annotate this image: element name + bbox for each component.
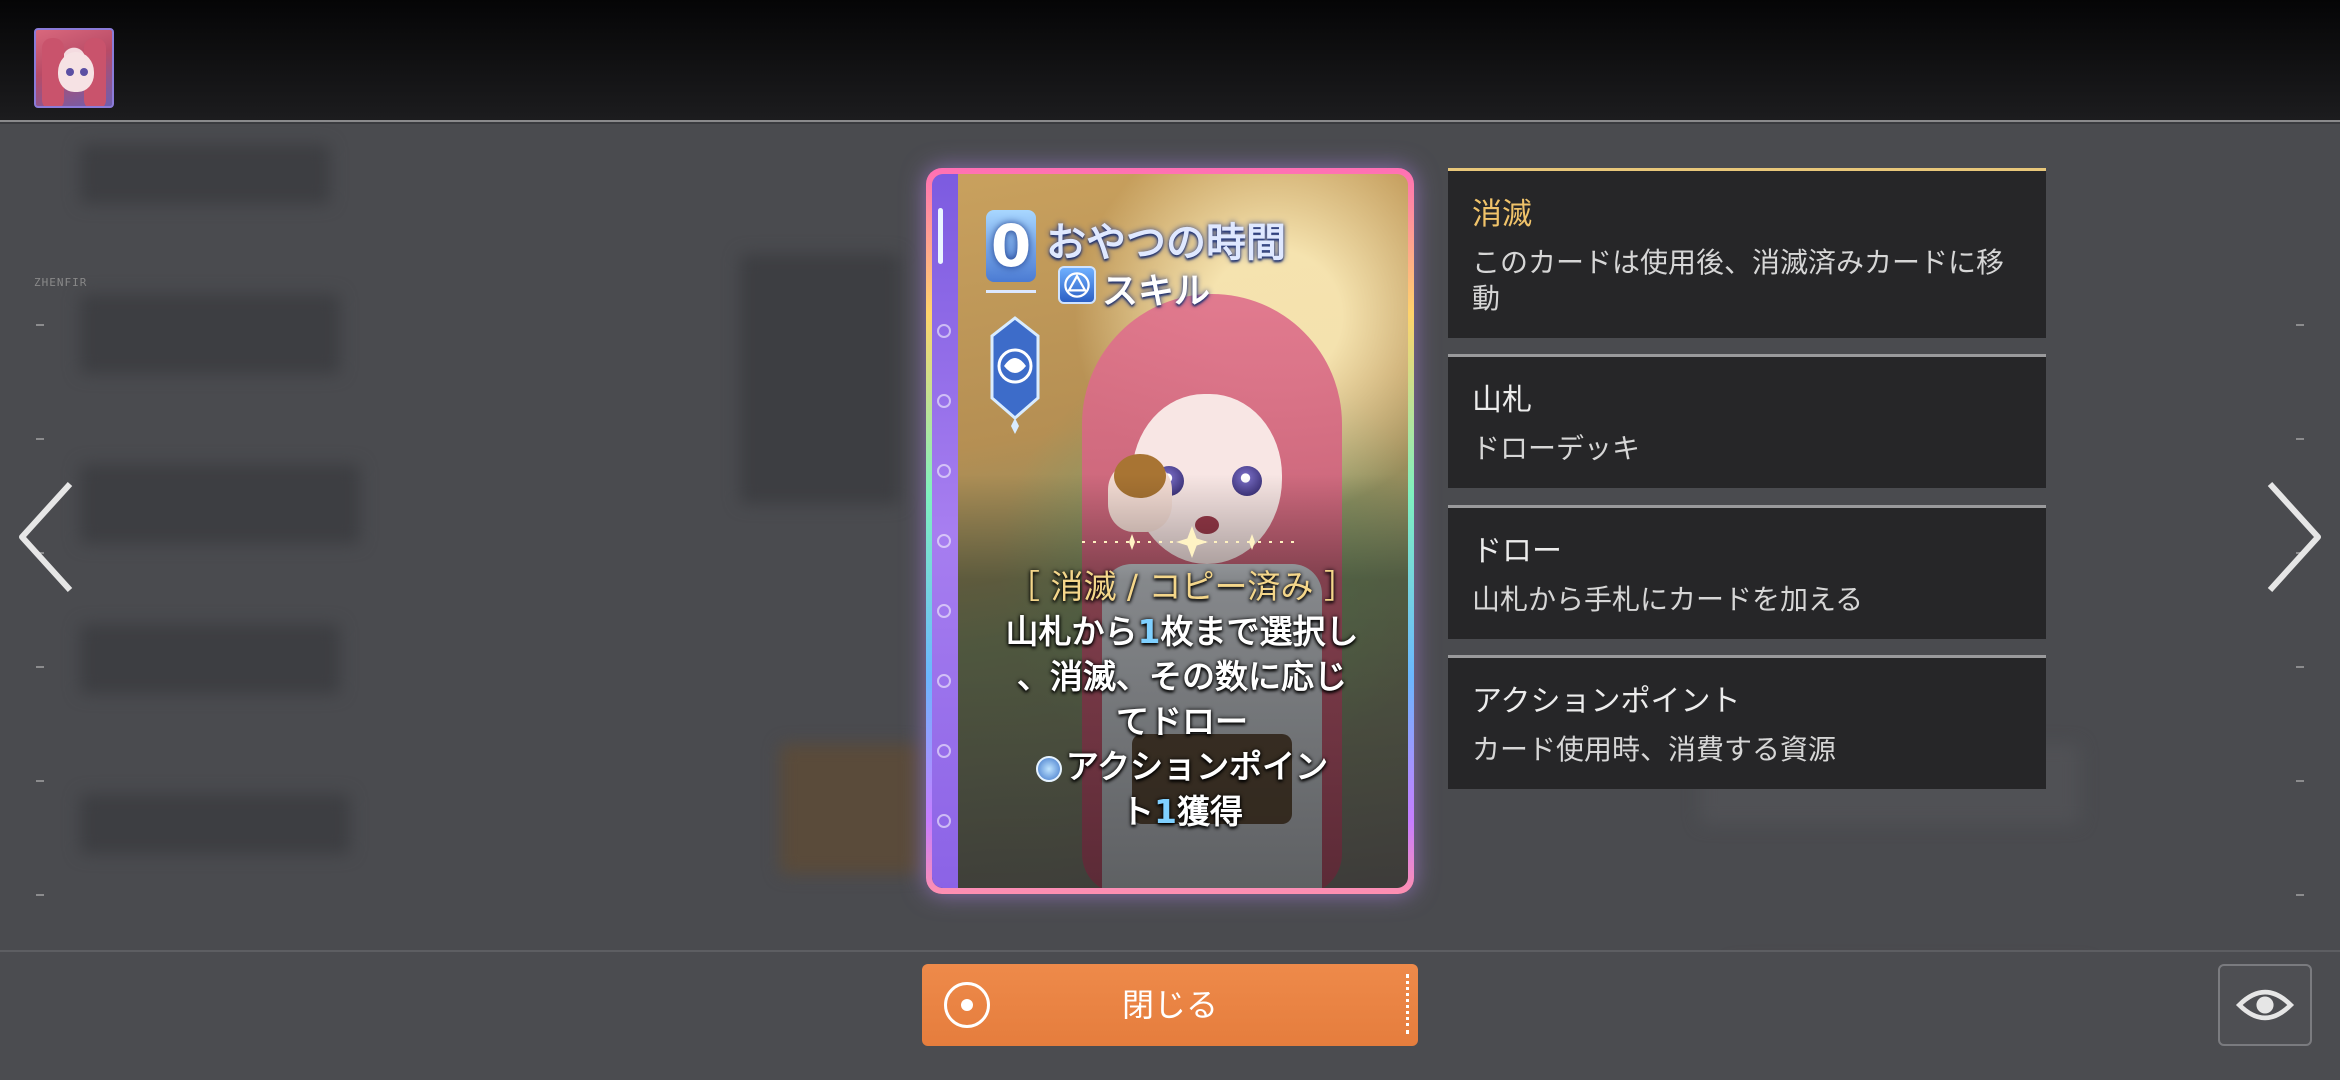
effect-text: てドロー [1116,702,1248,741]
top-bar [0,0,2340,122]
card-detail: 0 おやつの時間 スキル ［ 消滅 / コピー済み ］ 山札から1枚まで選択し … [926,168,1414,894]
effect-text: アクションポイン [1065,747,1329,786]
action-point-icon [1035,755,1062,782]
card-side-strip [932,174,958,888]
chevron-right-icon[interactable] [2258,478,2328,596]
chevron-left-icon[interactable] [12,478,82,596]
effect-text: 獲得 [1176,792,1243,831]
keyword-description: このカードは使用後、消滅済みカードに移動 [1472,246,2005,315]
keyword-name: 山札 [1472,383,1532,418]
card-title: おやつの時間 [1046,220,1286,266]
keyword-name: アクションポイント [1472,684,1741,719]
cost-underline [986,290,1036,293]
close-button-label: 閉じる [1121,986,1218,1024]
effect-text: ト [1121,792,1155,831]
effect-number: 1 [1137,612,1161,651]
card-type: スキル [1102,271,1211,312]
player-avatar[interactable] [34,28,114,108]
close-button[interactable]: 閉じる [922,964,1418,1046]
card-cost: 0 [986,210,1036,282]
keyword-panel-exhaust: 消滅 このカードは使用後、消滅済みカードに移動 [1448,168,2046,338]
keyword-panel-deck: 山札 ドローデッキ [1448,354,2046,488]
effect-number: 1 [1154,792,1177,831]
effect-text: 、消滅、その数に応じ [1017,657,1347,696]
card-element-emblem-icon [986,314,1044,434]
background-label: ZHENFIR [34,276,88,289]
effect-text: 枚まで選択し [1160,612,1359,651]
dotted-edge [1406,974,1410,1034]
effect-text: 山札から [1005,612,1138,651]
sparkle-divider [1082,522,1302,562]
keyword-description: カード使用時、消費する資源 [1472,733,1837,766]
keyword-description: 山札から手札にカードを加える [1472,583,1864,616]
keyword-panel-action-point: アクションポイント カード使用時、消費する資源 [1448,655,2046,789]
keyword-name: ドロー [1472,534,1562,569]
skill-type-icon [1058,266,1096,304]
card-art: 0 おやつの時間 スキル ［ 消滅 / コピー済み ］ 山札から1枚まで選択し … [932,174,1408,888]
view-toggle-button[interactable] [2218,964,2312,1046]
eye-icon [2235,989,2295,1021]
keyword-name: 消滅 [1472,197,1532,232]
card-effect-text: ［ 消滅 / コピー済み ］ 山札から1枚まで選択し 、消滅、その数に応じ てド… [972,564,1392,834]
keyword-description: ドローデッキ [1472,432,1641,465]
keyword-panel-draw: ドロー 山札から手札にカードを加える [1448,505,2046,639]
effect-keyword: ［ 消滅 / コピー済み ］ [1006,567,1358,606]
